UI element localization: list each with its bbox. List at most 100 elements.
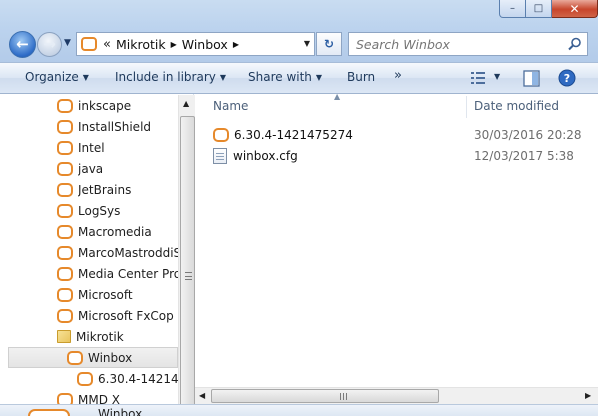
- scroll-right-icon[interactable]: ▶: [585, 391, 591, 400]
- tree-item-label: InstallShield: [78, 119, 152, 134]
- column-header-date-modified[interactable]: Date modified: [474, 94, 559, 118]
- grip-icon: [340, 393, 347, 400]
- navigation-bar: ← → ▼ « Mikrotik ▶ Winbox ▶ ▼ ↻: [0, 28, 598, 62]
- chevron-right-icon[interactable]: ▶: [233, 40, 239, 49]
- tree-item-label: Intel: [78, 140, 105, 155]
- tree-item[interactable]: Macromedia: [57, 221, 178, 242]
- sort-ascending-icon: ▲: [334, 92, 341, 101]
- close-button[interactable]: ✕: [552, 0, 598, 18]
- include-in-library-button[interactable]: Include in library ▼: [115, 70, 226, 84]
- tree-item[interactable]: Mikrotik: [57, 326, 178, 347]
- file-name: 6.30.4-1421475274: [234, 128, 353, 142]
- folder-icon: [57, 224, 73, 239]
- refresh-button[interactable]: ↻: [316, 32, 342, 56]
- address-bar[interactable]: « Mikrotik ▶ Winbox ▶ ▼: [76, 32, 315, 56]
- file-list: ▲ Name Date modified 6.30.4-1421475274 30…: [195, 92, 598, 416]
- horizontal-scrollbar-thumb[interactable]: [211, 389, 439, 403]
- recent-pages-dropdown[interactable]: ▼: [64, 38, 71, 48]
- search-box[interactable]: [348, 32, 588, 56]
- folder-icon: [57, 140, 73, 155]
- address-overflow[interactable]: «: [103, 37, 111, 52]
- share-with-label: Share with: [248, 70, 312, 84]
- tree-item-label: LogSys: [78, 203, 121, 218]
- minimize-icon: –: [510, 2, 515, 14]
- document-icon: [213, 148, 227, 164]
- preview-pane-icon[interactable]: [523, 70, 540, 87]
- file-date-modified: 12/03/2017 5:38: [474, 149, 574, 163]
- folder-icon: [57, 161, 73, 176]
- more-commands-button[interactable]: »: [394, 68, 402, 83]
- tree-item[interactable]: Intel: [57, 137, 178, 158]
- file-row[interactable]: winbox.cfg 12/03/2017 5:38: [213, 146, 593, 166]
- tree-item-label: inkscape: [78, 98, 132, 113]
- view-details-icon[interactable]: [470, 71, 486, 85]
- tree-item[interactable]: 6.30.4-1421475274: [77, 368, 178, 389]
- tree-item[interactable]: MarcoMastroddiSW: [57, 242, 178, 263]
- maximize-icon: □: [533, 2, 544, 14]
- folder-icon: [57, 308, 73, 323]
- folder-icon: [57, 182, 73, 197]
- organize-label: Organize: [25, 70, 79, 84]
- tree-item[interactable]: LogSys: [57, 200, 178, 221]
- tree-item-label: Winbox: [88, 350, 133, 365]
- breadcrumb-winbox[interactable]: Winbox: [182, 37, 228, 52]
- minimize-button[interactable]: –: [499, 0, 526, 18]
- folder-open-icon: [57, 330, 71, 343]
- scrollbar-thumb[interactable]: [180, 116, 195, 415]
- chevron-down-icon: ▼: [82, 73, 89, 82]
- command-bar: Organize ▼ Include in library ▼ Share with…: [0, 62, 598, 94]
- column-divider[interactable]: [466, 96, 467, 118]
- tree-item-label: Microsoft FxCop: [78, 308, 174, 323]
- file-date-modified: 30/03/2016 20:28: [474, 128, 582, 142]
- file-name: winbox.cfg: [233, 149, 298, 163]
- view-options-dropdown[interactable]: ▼: [494, 72, 500, 81]
- folder-icon: [57, 119, 73, 134]
- organize-button[interactable]: Organize ▼: [25, 70, 89, 84]
- maximize-button[interactable]: □: [526, 0, 552, 18]
- column-header-name[interactable]: Name: [213, 94, 248, 118]
- scroll-left-icon[interactable]: ◀: [199, 391, 205, 400]
- tree-item-label: JetBrains: [78, 182, 132, 197]
- tree-item-label: Media Center Prog: [78, 266, 178, 281]
- forward-button[interactable]: →: [37, 32, 62, 57]
- tree-item[interactable]: JetBrains: [57, 179, 178, 200]
- folder-icon: [57, 203, 73, 218]
- title-bar: – □ ✕: [0, 0, 598, 28]
- scroll-up-icon[interactable]: ▲: [183, 99, 189, 108]
- tree-item[interactable]: Media Center Prog: [57, 263, 178, 284]
- tree-item[interactable]: inkscape: [57, 95, 178, 116]
- grip-icon: [185, 272, 192, 280]
- help-icon[interactable]: ?: [558, 69, 576, 87]
- arrow-left-icon: ←: [16, 35, 29, 53]
- back-button[interactable]: ←: [9, 31, 36, 58]
- tree-item-label: Mikrotik: [76, 329, 124, 344]
- file-list-horizontal-scrollbar[interactable]: ◀ ▶: [195, 387, 598, 404]
- folder-icon: [57, 266, 73, 281]
- tree-item[interactable]: java: [57, 158, 178, 179]
- breadcrumb-mikrotik[interactable]: Mikrotik: [116, 37, 166, 52]
- arrow-right-icon: →: [43, 35, 56, 53]
- file-row[interactable]: 6.30.4-1421475274 30/03/2016 20:28: [213, 125, 593, 145]
- folder-icon: [57, 287, 73, 302]
- tree-item-label: 6.30.4-1421475274: [98, 371, 178, 386]
- svg-text:?: ?: [564, 72, 570, 85]
- burn-button[interactable]: Burn: [347, 70, 375, 84]
- search-icon[interactable]: [568, 37, 582, 51]
- tree-item-label: Macromedia: [78, 224, 152, 239]
- folder-icon: [77, 371, 93, 386]
- address-dropdown-icon[interactable]: ▼: [304, 39, 310, 48]
- navigation-scrollbar[interactable]: ▲: [178, 95, 195, 416]
- window-controls: – □ ✕: [499, 0, 598, 18]
- close-icon: ✕: [569, 1, 580, 16]
- navigation-pane: inkscape InstallShield Intel java JetBrains L…: [0, 94, 194, 416]
- tree-item[interactable]: InstallShield: [57, 116, 178, 137]
- tree-item-label: Microsoft: [78, 287, 133, 302]
- chevron-right-icon[interactable]: ▶: [171, 40, 177, 49]
- tree-item[interactable]: Microsoft FxCop: [57, 305, 178, 326]
- search-input[interactable]: [356, 36, 556, 52]
- folder-icon: [57, 245, 73, 260]
- tree-item[interactable]: Winbox: [8, 347, 178, 368]
- tree-item[interactable]: Microsoft: [57, 284, 178, 305]
- folder-icon: [81, 37, 97, 51]
- share-with-button[interactable]: Share with ▼: [248, 70, 322, 84]
